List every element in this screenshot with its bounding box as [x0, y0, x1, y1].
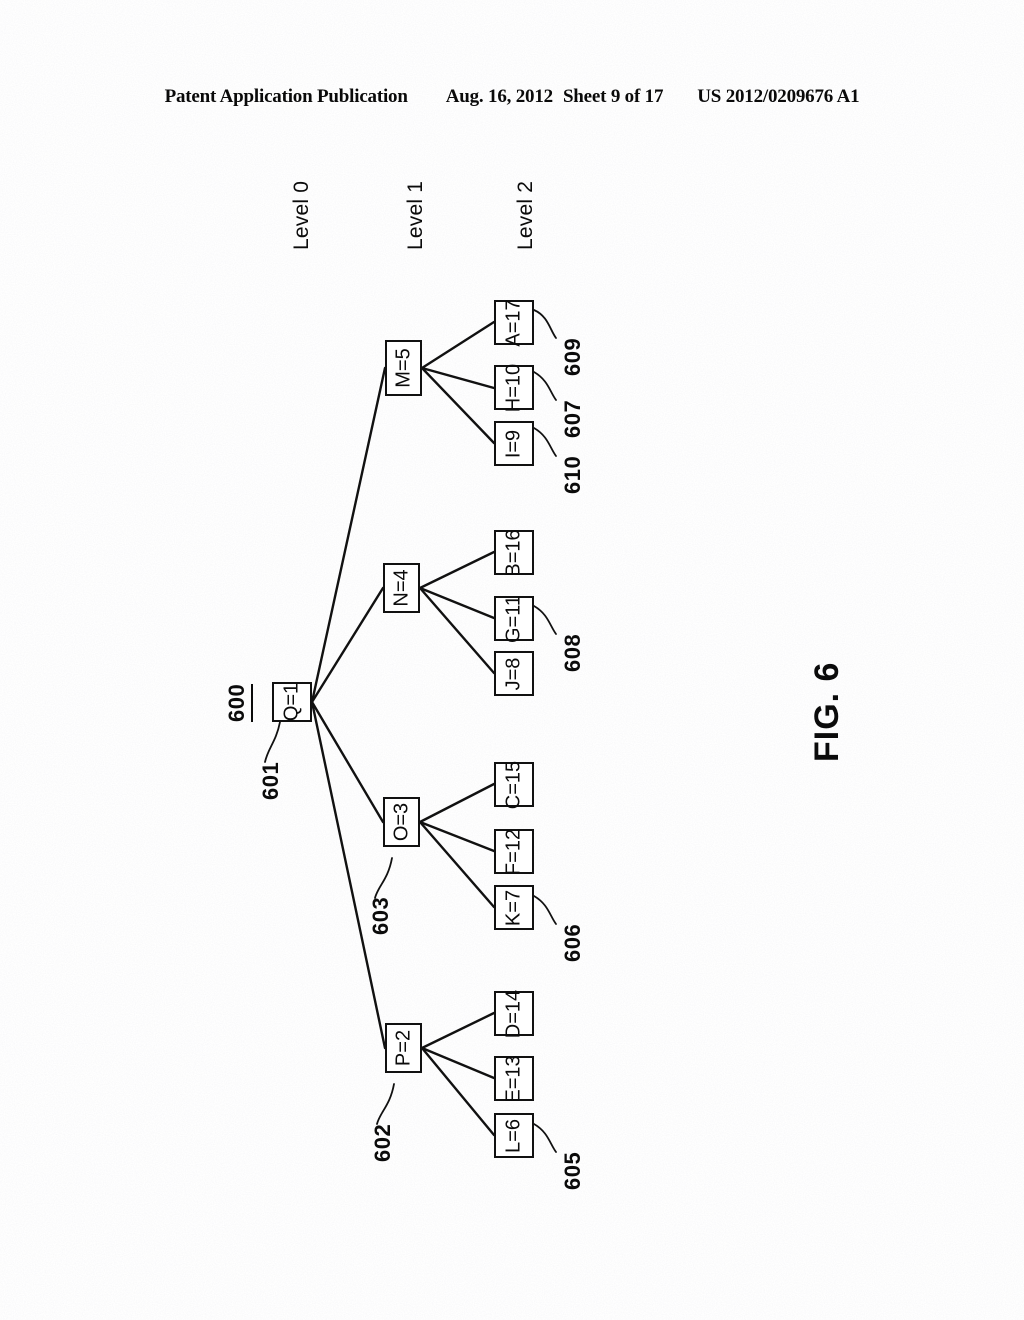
- node-label: Q=1: [280, 682, 303, 722]
- node-root-q1[interactable]: Q=1: [272, 682, 312, 722]
- node-a17[interactable]: A=17: [494, 298, 534, 347]
- node-p2[interactable]: P=2: [385, 1023, 422, 1073]
- node-label: A=17: [502, 298, 525, 347]
- node-label: E=13: [502, 1054, 525, 1103]
- leader-602: [376, 1083, 395, 1125]
- leader-603: [374, 857, 393, 899]
- ref-606: 606: [560, 923, 585, 962]
- edge-root-to-m5: [310, 366, 387, 704]
- level-label-1: Level 1: [404, 180, 427, 250]
- node-label: F=12: [502, 828, 525, 875]
- node-label: J=8: [502, 657, 525, 690]
- node-m5[interactable]: M=5: [385, 340, 422, 396]
- leader-605: [533, 1123, 557, 1153]
- ref-603: 603: [368, 896, 393, 935]
- edge-n4-to-g11: [418, 586, 496, 620]
- node-label: G=11: [502, 594, 525, 643]
- leader-607: [533, 371, 557, 401]
- node-label: N=4: [390, 569, 412, 607]
- edge-o3-to-c15: [418, 782, 496, 824]
- node-label: C=15: [502, 760, 525, 809]
- ref-610: 610: [560, 455, 585, 494]
- leader-610: [533, 427, 557, 457]
- edge-o3-to-k7: [418, 820, 496, 909]
- edge-p2-to-l6: [420, 1046, 496, 1137]
- node-label: P=2: [392, 1029, 414, 1067]
- leader-608: [533, 605, 557, 635]
- edge-p2-to-e13: [420, 1046, 496, 1080]
- leader-606: [533, 895, 557, 925]
- node-j8[interactable]: J=8: [494, 651, 534, 696]
- node-label: D=14: [502, 989, 525, 1038]
- node-b16[interactable]: B=16: [494, 528, 534, 577]
- node-label: O=3: [390, 802, 412, 842]
- node-d14[interactable]: D=14: [494, 989, 534, 1038]
- figure-caption: FIG. 6: [808, 661, 846, 762]
- ref-601: 601: [258, 761, 283, 800]
- leader-601: [264, 721, 281, 763]
- node-label: M=5: [392, 348, 414, 388]
- edge-root-to-p2: [310, 700, 387, 1050]
- node-h10[interactable]: H=10: [494, 363, 534, 412]
- edge-n4-to-b16: [418, 550, 496, 590]
- node-g11[interactable]: G=11: [494, 594, 534, 643]
- node-e13[interactable]: E=13: [494, 1054, 534, 1103]
- node-k7[interactable]: K=7: [494, 885, 534, 930]
- ref-605: 605: [560, 1151, 585, 1190]
- figure-6-tree-diagram: Level 0 Level 1 Level 2 600 FIG. 6 Q=1 6…: [0, 0, 1024, 1320]
- node-label: H=10: [502, 363, 525, 412]
- level-label-2: Level 2: [514, 180, 537, 250]
- node-l6[interactable]: L=6: [494, 1113, 534, 1158]
- node-c15[interactable]: C=15: [494, 760, 534, 809]
- ref-609: 609: [560, 337, 585, 376]
- node-label: K=7: [502, 889, 525, 926]
- figure-id-600: 600: [224, 683, 253, 722]
- node-i9[interactable]: I=9: [494, 421, 534, 466]
- edge-m5-to-i9: [420, 366, 496, 445]
- edge-m5-to-a17: [420, 320, 496, 370]
- leader-609: [533, 309, 557, 339]
- edge-n4-to-j8: [418, 586, 496, 675]
- edge-root-to-n4: [310, 586, 385, 704]
- node-o3[interactable]: O=3: [383, 797, 420, 847]
- node-f12[interactable]: F=12: [494, 828, 534, 875]
- edge-root-to-o3: [310, 700, 385, 824]
- ref-608: 608: [560, 633, 585, 672]
- level-label-0: Level 0: [290, 180, 313, 250]
- node-label: L=6: [502, 1118, 525, 1153]
- edge-p2-to-d14: [420, 1011, 496, 1050]
- node-n4[interactable]: N=4: [383, 563, 420, 613]
- ref-602: 602: [370, 1123, 395, 1162]
- node-label: B=16: [502, 528, 525, 577]
- ref-607: 607: [560, 399, 585, 438]
- node-label: I=9: [502, 429, 525, 458]
